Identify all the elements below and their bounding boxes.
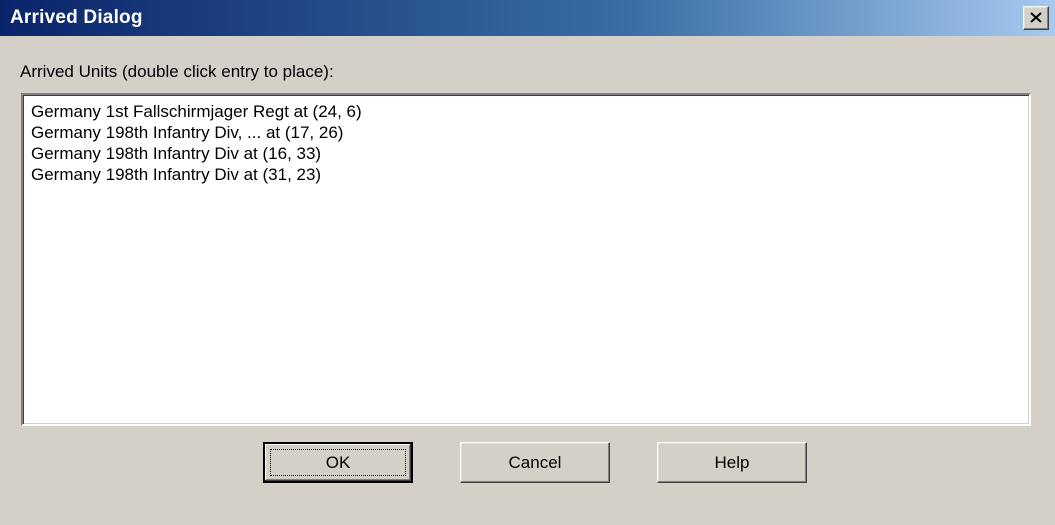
ok-button[interactable]: OK (263, 442, 413, 483)
help-button-label: Help (714, 453, 750, 472)
cancel-button-label: Cancel (508, 453, 562, 472)
close-button[interactable] (1023, 6, 1049, 30)
close-icon (1030, 12, 1042, 23)
arrived-units-list[interactable]: Germany 1st Fallschirmjager Regt at (24,… (21, 93, 1031, 426)
list-item[interactable]: Germany 198th Infantry Div at (16, 33) (31, 143, 321, 164)
ok-button-label: OK (325, 453, 351, 472)
arrived-units-label: Arrived Units (double click entry to pla… (20, 62, 334, 81)
list-item[interactable]: Germany 1st Fallschirmjager Regt at (24,… (31, 101, 362, 122)
dialog-title: Arrived Dialog (10, 7, 143, 28)
list-item[interactable]: Germany 198th Infantry Div at (31, 23) (31, 164, 321, 185)
help-button[interactable]: Help (657, 442, 807, 483)
cancel-button[interactable]: Cancel (460, 442, 610, 483)
title-bar[interactable]: Arrived Dialog (0, 0, 1055, 36)
list-item[interactable]: Germany 198th Infantry Div, ... at (17, … (31, 122, 343, 143)
arrived-dialog-window: Arrived Dialog Arrived Units (double cli… (0, 0, 1055, 525)
